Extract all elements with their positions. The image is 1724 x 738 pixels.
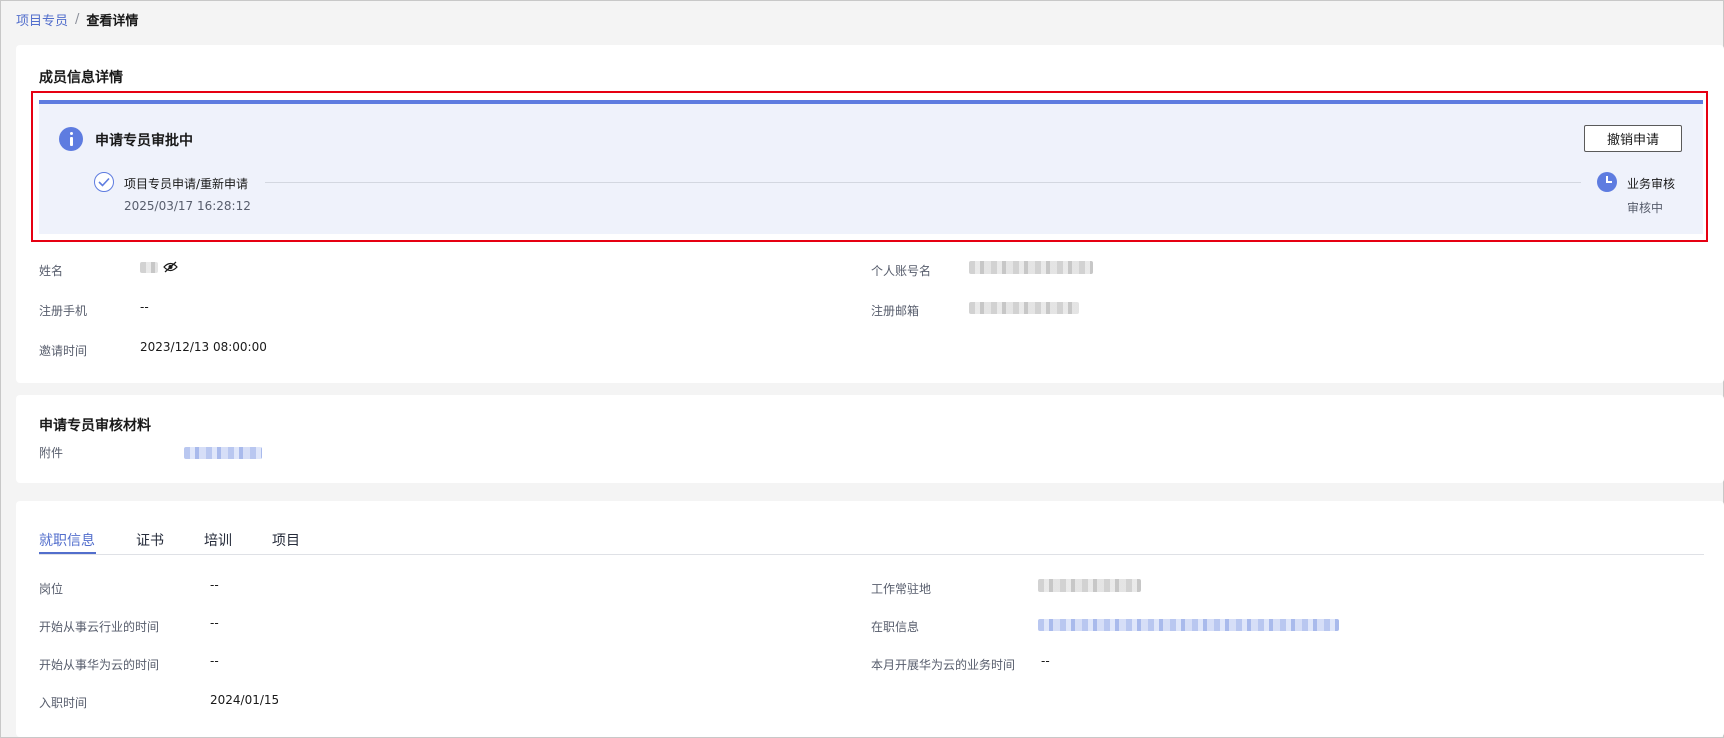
cloud-industry-start-label: 开始从事云行业的时间 [39,620,160,634]
step-review-status: 审核中 [1627,201,1664,215]
workplace-value-redacted [1038,579,1141,592]
workplace-label: 工作常驻地 [871,582,932,596]
tab-employment[interactable]: 就职信息 [39,530,95,550]
join-date-label: 入职时间 [39,696,88,710]
huawei-cloud-start-label: 开始从事华为云的时间 [39,658,160,672]
step-review-label: 业务审核 [1627,177,1676,191]
tab-active-indicator [39,552,96,554]
step-connector [265,182,1581,183]
cloud-industry-start-value: -- [210,616,219,630]
position-value: -- [210,578,219,592]
breadcrumb-parent-link[interactable]: 项目专员 [16,10,68,29]
tab-divider [39,554,1704,555]
breadcrumb-separator: / [75,12,80,27]
huawei-cloud-start-value: -- [210,654,219,668]
onjob-info-label: 在职信息 [871,620,920,634]
tab-projects[interactable]: 项目 [272,530,300,550]
materials-title: 申请专员审核材料 [39,418,151,434]
tab-training[interactable]: 培训 [204,530,232,550]
phone-value: -- [140,300,149,314]
phone-label: 注册手机 [39,304,88,318]
materials-card [16,395,1724,483]
monthly-business-value: -- [1041,654,1050,668]
tab-certificates[interactable]: 证书 [136,530,164,550]
email-value-redacted [969,302,1079,314]
name-label: 姓名 [39,264,64,278]
monthly-business-label: 本月开展华为云的业务时间 [871,658,1016,672]
info-icon [59,127,83,151]
attachment-label: 附件 [39,446,64,460]
name-value-redacted [140,262,158,273]
account-name-label: 个人账号名 [871,264,932,278]
breadcrumb: 项目专员 / 查看详情 [16,10,138,29]
invite-time-label: 邀请时间 [39,344,88,358]
attachment-link-redacted[interactable] [184,447,262,459]
cancel-application-button[interactable]: 撤销申请 [1584,125,1682,152]
breadcrumb-current: 查看详情 [86,14,139,29]
onjob-info-value-redacted [1038,619,1339,631]
invite-time-value: 2023/12/13 08:00:00 [140,340,267,354]
position-label: 岗位 [39,582,64,596]
clock-icon [1597,172,1617,192]
step-apply-time: 2025/03/17 16:28:12 [124,199,251,213]
highlight-frame [31,91,1708,242]
approval-status-title: 申请专员审批中 [95,133,193,149]
step-apply-label: 项目专员申请/重新申请 [124,177,249,191]
account-name-value-redacted [969,261,1093,274]
join-date-value: 2024/01/15 [210,693,280,707]
member-info-title: 成员信息详情 [39,70,123,86]
check-circle-icon [94,172,114,192]
email-label: 注册邮箱 [871,304,920,318]
eye-hidden-icon[interactable] [163,261,178,273]
